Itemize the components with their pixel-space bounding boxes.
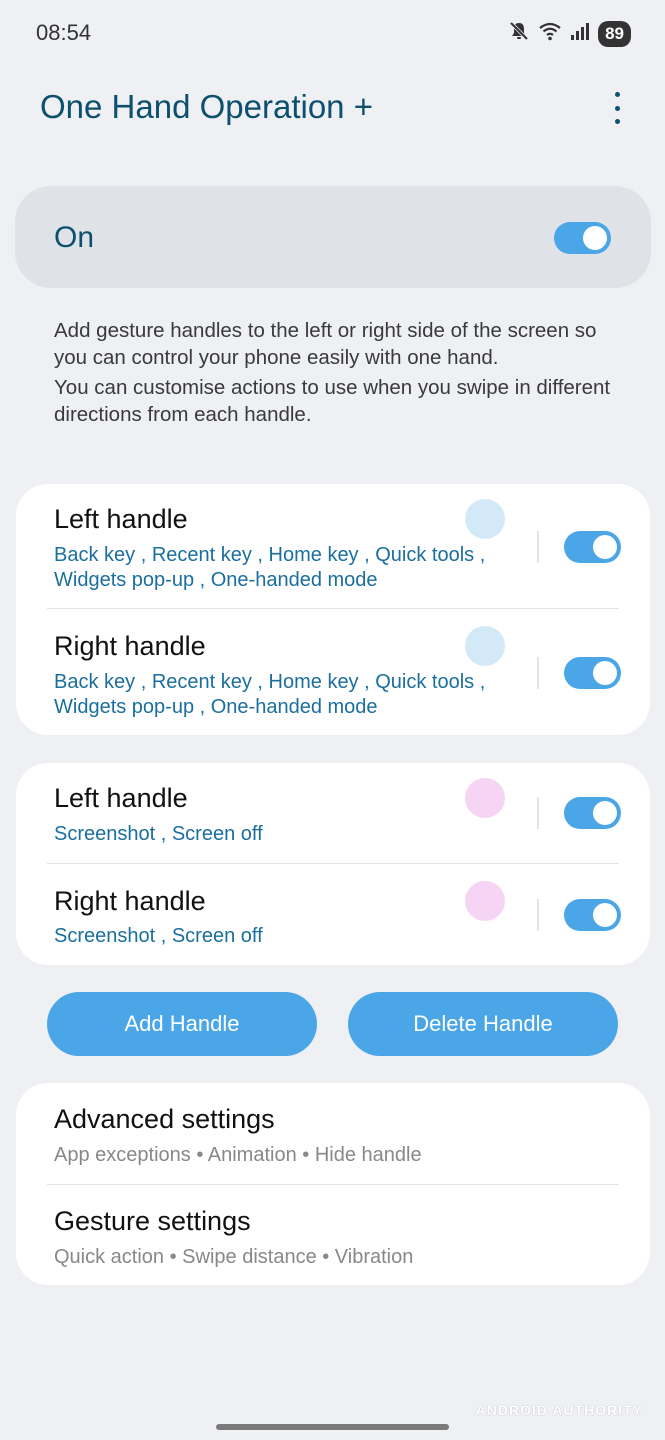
status-icons: 89 [508, 20, 631, 47]
handle-title: Left handle [54, 783, 188, 813]
gesture-settings-title: Gesture settings [54, 1206, 251, 1236]
delete-handle-button[interactable]: Delete Handle [348, 992, 618, 1056]
right-handle-toggle[interactable] [564, 657, 621, 689]
vertical-divider [537, 531, 539, 563]
left-handle-toggle[interactable] [564, 797, 621, 829]
wifi-icon [538, 20, 562, 47]
vertical-divider [537, 899, 539, 931]
handle-title: Right handle [54, 886, 206, 916]
right-handle-toggle[interactable] [564, 899, 621, 931]
description-line-1: Add gesture handles to the left or right… [54, 319, 597, 369]
left-handle-toggle[interactable] [564, 531, 621, 563]
description: Add gesture handles to the left or right… [54, 318, 624, 432]
master-toggle[interactable] [554, 222, 611, 254]
handle-color-dot [465, 499, 505, 539]
status-time: 08:54 [36, 20, 92, 45]
watermark: ANDROID AUTHORITY [475, 1402, 643, 1418]
home-indicator[interactable] [216, 1424, 449, 1430]
handle-color-dot [465, 881, 505, 921]
handle-actions: Screenshot , Screen off [54, 823, 263, 845]
handle-title: Right handle [54, 631, 206, 661]
handle-color-dot [465, 626, 505, 666]
handle-actions: Back key , Recent key , Home key , Quick… [54, 544, 486, 591]
mute-icon [508, 20, 530, 47]
more-vertical-icon[interactable] [607, 92, 627, 124]
description-line-2: You can customise actions to use when yo… [54, 376, 611, 426]
advanced-settings-subtitle: App exceptions • Animation • Hide handle [54, 1144, 422, 1166]
vertical-divider [537, 797, 539, 829]
add-handle-button[interactable]: Add Handle [47, 992, 317, 1056]
page-title: One Hand Operation + [40, 88, 373, 125]
handle-color-dot [465, 778, 505, 818]
vertical-divider [537, 657, 539, 689]
gesture-settings-subtitle: Quick action • Swipe distance • Vibratio… [54, 1246, 414, 1268]
master-switch-label: On [54, 221, 95, 254]
signal-icon [570, 21, 590, 46]
handle-title: Left handle [54, 504, 188, 534]
handle-actions: Screenshot , Screen off [54, 925, 263, 947]
battery-badge: 89 [598, 20, 631, 47]
handle-actions: Back key , Recent key , Home key , Quick… [54, 671, 486, 718]
advanced-settings-title: Advanced settings [54, 1104, 275, 1134]
